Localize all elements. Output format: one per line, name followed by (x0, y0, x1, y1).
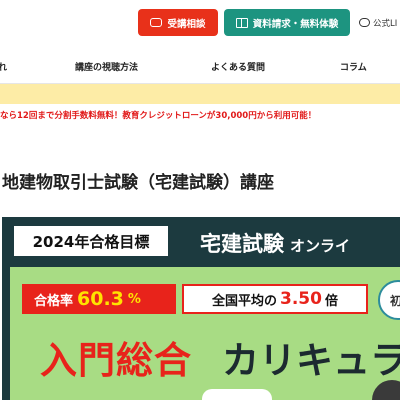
pass-rate-box: 合格率 60.3% (22, 284, 176, 314)
hero-heading-sub: オンライ (290, 237, 351, 255)
nav-item-partial[interactable]: れ (0, 60, 7, 73)
consultation-label: 受講相談 (167, 18, 206, 30)
installment-notice[interactable]: なら12回まで分割手数料無料！教育クレジットローンが30,000円から利用可能！ (0, 109, 400, 125)
goal-badge: 2024年合格目標 (14, 226, 168, 256)
line-icon (359, 18, 370, 27)
price-tag-partial (202, 389, 272, 400)
hero-banner[interactable]: 2024年合格目標 宅建試験 オンライ 合格率 60.3% 全国平均の 3.50 … (2, 217, 400, 400)
pass-rate-label: 合格率 (34, 293, 74, 309)
site-header: 受講相談 資料請求・無料体験 公式LI (0, 0, 400, 50)
nav-item-column[interactable]: コラム (340, 60, 367, 73)
hero-heading-main: 宅建試験 (200, 232, 284, 256)
book-icon (235, 17, 248, 28)
avg-value: 3.50 (280, 289, 322, 309)
official-line-link[interactable]: 公式LI (359, 9, 400, 36)
pass-rate-unit: % (127, 291, 141, 307)
request-materials-button[interactable]: 資料請求・無料体験 (224, 9, 350, 36)
main-nav: れ 講座の視聴方法 よくある質問 コラム (0, 50, 400, 84)
intro-title-red: 入門総合 (40, 339, 192, 382)
consultation-button[interactable]: 受講相談 (138, 9, 218, 36)
chat-icon (150, 18, 163, 27)
page-title: 地建物取引士試験（宅建試験）講座 (2, 173, 274, 193)
intro-title-dark: カリキュラ (222, 339, 400, 382)
nav-item-faq[interactable]: よくある質問 (211, 60, 265, 73)
announcement-banner (0, 84, 400, 104)
request-materials-label: 資料請求・無料体験 (252, 18, 339, 30)
national-average-box: 全国平均の 3.50 倍 (182, 284, 368, 314)
pass-rate-value: 60.3 (77, 288, 124, 310)
hero-heading: 宅建試験 オンライ (200, 228, 350, 258)
avg-prefix: 全国平均の (212, 293, 278, 309)
nav-item-viewing-method[interactable]: 講座の視聴方法 (75, 60, 138, 73)
avg-suffix: 倍 (324, 293, 338, 309)
official-line-label: 公式LI (373, 18, 398, 29)
